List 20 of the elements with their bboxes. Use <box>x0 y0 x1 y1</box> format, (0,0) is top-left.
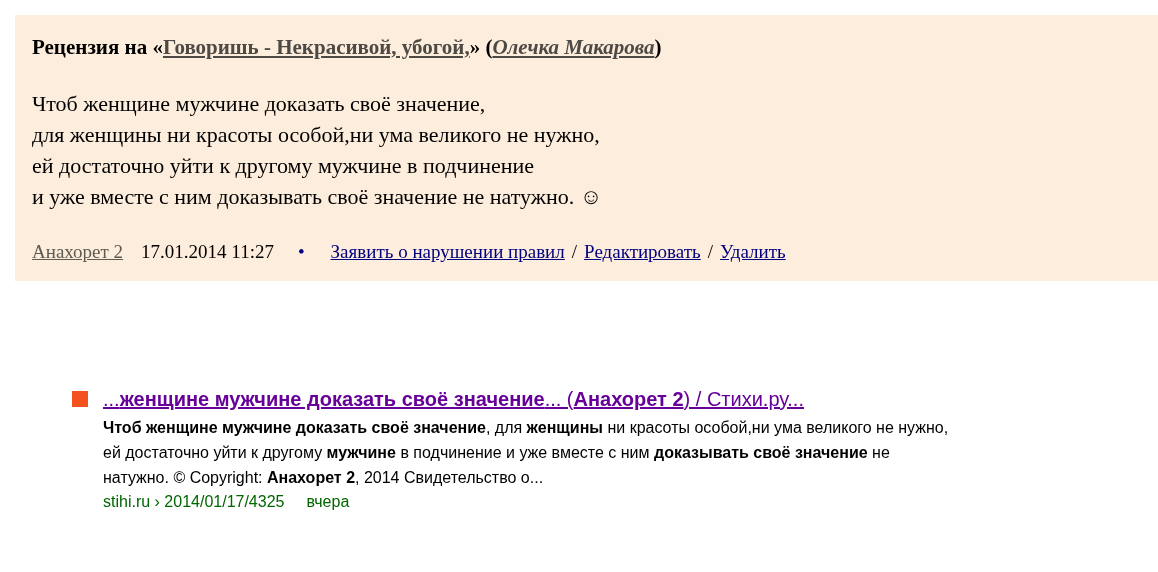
result-age: вчера <box>306 492 350 510</box>
favicon-icon <box>72 390 88 407</box>
work-title-link[interactable]: Говоришь - Некрасивой, убогой, <box>162 35 470 59</box>
bullet-separator: • <box>297 240 305 265</box>
action-link[interactable]: Заявить о нарушении правил <box>330 238 565 267</box>
poem-line: и уже вместе с ним доказывать своё значение не натужно. ☺ <box>32 183 604 212</box>
review-date: 17.01.2014 11:27 <box>141 240 274 265</box>
review-heading: Рецензия на «Говоришь - Некрасивой, убогой,» (Олечка Макарова) <box>32 34 663 61</box>
poem-line: для женщины ни красоты особой,ни ума великого не нужно, <box>32 121 601 150</box>
result-url: stihi.ru › 2014/01/17/4325 <box>103 492 285 510</box>
author-link[interactable]: Олечка Макарова <box>492 35 655 59</box>
reviewer-link[interactable]: Анахорет 2 <box>32 238 124 267</box>
slash-separator: / <box>707 240 714 265</box>
poem-line: Чтоб женщине мужчине доказать своё значение, <box>32 90 487 119</box>
action-link[interactable]: Редактировать <box>584 238 701 267</box>
result-title-link[interactable]: ...женщине мужчине доказать своё значение... (Анахорет 2) / Стихи.ру... <box>103 387 804 410</box>
result-snippet: Чтоб женщине мужчине доказать своё значение, для женщины ни красоты особой,ни ума великого не нужно, ей достаточно уйти к другому мужчине в подчинение и уже вместе с ним доказывать своё значение не натужно. © Copyright: Анахорет 2, 2014 Свидетельство о... <box>103 417 950 488</box>
slash-separator: / <box>571 240 578 265</box>
action-link[interactable]: Удалить <box>720 238 786 267</box>
poem-line: ей достаточно уйти к другому мужчине в подчинение <box>32 152 535 181</box>
